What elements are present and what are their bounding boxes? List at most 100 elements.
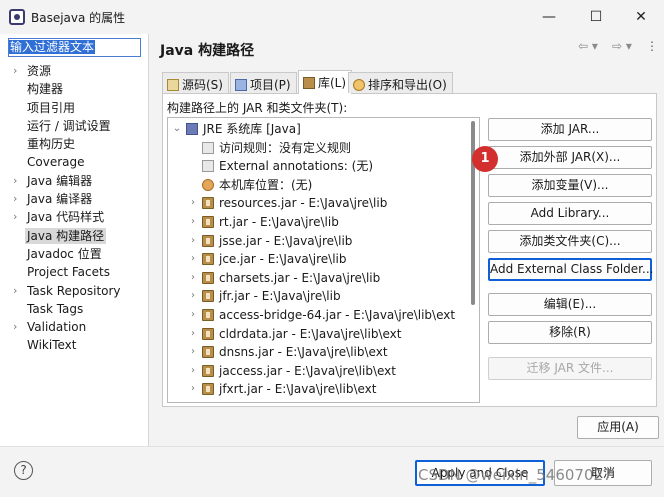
tree-row-label: jfr.jar - E:\Java\jre\lib — [219, 289, 341, 304]
jar-icon — [202, 271, 214, 284]
chevron-right-icon[interactable]: › — [13, 282, 17, 300]
tree-row[interactable]: › dnsns.jar - E:\Java\jre\lib\ext — [168, 343, 478, 361]
nav-item[interactable]: 重构历史 — [0, 135, 149, 153]
add-variable-button[interactable]: 添加变量(V)... — [488, 174, 652, 197]
tree-row[interactable]: 本机库位置：(无) — [168, 176, 478, 194]
nav-item[interactable]: › Java 编译器 — [0, 190, 149, 208]
edit-button[interactable]: 编辑(E)... — [488, 293, 652, 316]
tree-row[interactable]: › charsets.jar - E:\Java\jre\lib — [168, 269, 478, 287]
tab-projects[interactable]: 项目(P) — [230, 72, 297, 93]
nav-item-label: 重构历史 — [27, 137, 76, 152]
chevron-down-icon[interactable]: ⌄ — [172, 120, 182, 138]
help-icon[interactable]: ? — [14, 461, 33, 480]
minimize-button[interactable]: — — [534, 6, 564, 28]
nav-item-label: Coverage — [27, 155, 85, 170]
tree-row[interactable]: External annotations: (无) — [168, 157, 478, 175]
jar-icon — [202, 364, 214, 377]
nav-item[interactable]: 构建器 — [0, 80, 149, 98]
nav-item[interactable]: Task Tags — [0, 300, 149, 318]
tree-row-label: jaccess.jar - E:\Java\jre\lib\ext — [219, 363, 396, 378]
tree-row[interactable]: 访问规则：没有定义规则 — [168, 139, 478, 157]
nav-item-label: Task Tags — [27, 301, 84, 316]
nav-item[interactable]: Coverage — [0, 153, 149, 171]
add-jar-button[interactable]: 添加 JAR... — [488, 118, 652, 141]
nav-item[interactable]: › Java 代码样式 — [0, 208, 149, 226]
chevron-right-icon[interactable]: › — [188, 250, 198, 268]
tab-order-export[interactable]: 排序和导出(O) — [348, 72, 453, 93]
add-library-button[interactable]: Add Library... — [488, 202, 652, 225]
nav-item[interactable]: WikiText — [0, 336, 149, 354]
tree-row-label: dnsns.jar - E:\Java\jre\lib\ext — [219, 345, 388, 360]
chevron-right-icon[interactable]: › — [13, 172, 17, 190]
order-export-icon — [353, 79, 365, 91]
native-library-icon — [202, 178, 214, 191]
build-path-tree[interactable]: ⌄ JRE 系统库 [Java] 访问规则：没有定义规则 External annot… — [167, 117, 480, 403]
nav-item[interactable]: Project Facets — [0, 263, 149, 281]
tree-row[interactable]: › jsse.jar - E:\Java\jre\lib — [168, 232, 478, 250]
chevron-right-icon[interactable]: › — [188, 269, 198, 287]
nav-item-label: 资源 — [27, 64, 52, 78]
chevron-right-icon[interactable]: › — [13, 208, 17, 226]
nav-item-label: 项目引用 — [27, 100, 76, 115]
add-external-class-folder-button[interactable]: Add External Class Folder... — [488, 258, 653, 281]
nav-item-label: Java 编辑器 — [27, 173, 93, 188]
nav-item[interactable]: Java 构建路径 — [0, 227, 149, 245]
chevron-right-icon[interactable]: › — [188, 287, 198, 305]
tree-row[interactable]: › jaccess.jar - E:\Java\jre\lib\ext — [168, 362, 478, 380]
chevron-right-icon[interactable]: › — [13, 318, 17, 336]
tree-row[interactable]: › access-bridge-64.jar - E:\Java\jre\lib\… — [168, 306, 478, 324]
tree-vertical-scrollbar[interactable] — [471, 121, 475, 305]
nav-item[interactable]: 项目引用 — [0, 99, 149, 117]
jre-library-icon — [186, 123, 198, 135]
tab-source[interactable]: 源码(S) — [162, 72, 229, 93]
chevron-right-icon[interactable]: › — [13, 62, 17, 80]
tree-row[interactable]: › jfr.jar - E:\Java\jre\lib — [168, 287, 478, 305]
nav-item-label: 构建器 — [27, 82, 64, 97]
nav-item-label: Task Repository — [27, 283, 121, 298]
apply-button[interactable]: 应用(A) — [577, 416, 659, 439]
chevron-right-icon[interactable]: › — [188, 343, 198, 361]
tree-row-label: charsets.jar - E:\Java\jre\lib — [219, 270, 381, 285]
filter-input-text: 输入过滤器文本 — [9, 40, 96, 54]
chevron-right-icon[interactable]: › — [188, 213, 198, 231]
nav-item[interactable]: 运行 / 调试设置 — [0, 117, 149, 135]
tree-row-label: jsse.jar - E:\Java\jre\lib — [219, 233, 353, 248]
tree-row[interactable]: › jce.jar - E:\Java\jre\lib — [168, 250, 478, 268]
add-class-folder-button[interactable]: 添加类文件夹(C)... — [488, 230, 652, 253]
section-label: 构建路径上的 JAR 和类文件夹(T): — [167, 101, 348, 115]
chevron-right-icon[interactable]: › — [188, 194, 198, 212]
history-back-icon[interactable]: ⇦ ▾ — [578, 39, 598, 53]
tree-row[interactable]: ⌄ JRE 系统库 [Java] — [168, 120, 478, 138]
filter-input[interactable]: 输入过滤器文本 — [8, 38, 141, 57]
view-menu-icon[interactable]: ⋮ — [646, 39, 658, 53]
annotation-badge: 1 — [472, 146, 498, 172]
nav-item[interactable]: Javadoc 位置 — [0, 245, 149, 263]
tree-row[interactable]: › resources.jar - E:\Java\jre\lib — [168, 194, 478, 212]
tree-row[interactable]: › jfxrt.jar - E:\Java\jre\lib\ext — [168, 380, 478, 398]
tree-row[interactable]: › cldrdata.jar - E:\Java\jre\lib\ext — [168, 325, 478, 343]
chevron-right-icon[interactable]: › — [188, 380, 198, 398]
tree-row-label: JRE 系统库 [Java] — [203, 122, 301, 136]
nav-item[interactable]: › Java 编辑器 — [0, 172, 149, 190]
eclipse-app-icon — [9, 9, 25, 25]
window-title: Basejava 的属性 — [31, 11, 126, 25]
chevron-right-icon[interactable]: › — [188, 362, 198, 380]
tab-order-export-label: 排序和导出(O) — [368, 78, 447, 92]
tree-row[interactable]: › rt.jar - E:\Java\jre\lib — [168, 213, 478, 231]
close-button[interactable]: ✕ — [626, 6, 656, 28]
tree-row-label: 本机库位置：(无) — [219, 177, 313, 192]
history-forward-icon[interactable]: ⇨ ▾ — [612, 39, 632, 53]
page-title: Java 构建路径 — [160, 43, 255, 59]
chevron-right-icon[interactable]: › — [188, 306, 198, 324]
chevron-right-icon[interactable]: › — [188, 325, 198, 343]
remove-button[interactable]: 移除(R) — [488, 321, 652, 344]
watermark: CSDN @weixin_54607027 — [418, 466, 613, 484]
chevron-right-icon[interactable]: › — [188, 232, 198, 250]
chevron-right-icon[interactable]: › — [13, 190, 17, 208]
nav-item[interactable]: › Validation — [0, 318, 149, 336]
nav-item[interactable]: › Task Repository — [0, 282, 149, 300]
maximize-button[interactable]: ☐ — [581, 6, 611, 28]
tab-libraries[interactable]: 库(L) — [298, 70, 353, 94]
nav-item[interactable]: › 资源 — [0, 62, 149, 80]
add-external-jar-button[interactable]: 添加外部 JAR(X)... — [488, 146, 652, 169]
